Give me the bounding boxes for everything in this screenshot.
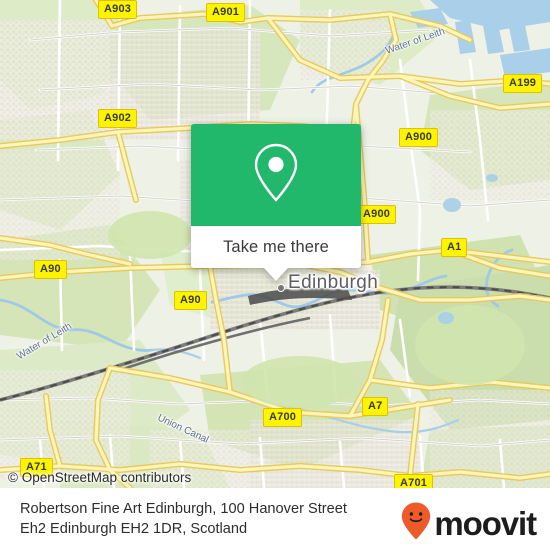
- road-shield-a700: A700: [263, 408, 303, 427]
- city-marker-dot: [277, 284, 285, 292]
- map-attribution[interactable]: © OpenStreetMap contributors: [8, 470, 191, 485]
- road-shield-a1: A1: [441, 238, 468, 257]
- road-shield-a90-west: A90: [34, 260, 67, 279]
- road-shield-a7: A7: [362, 397, 389, 416]
- map-label-edinburgh: Edinburgh: [288, 272, 379, 293]
- popup-action-row[interactable]: Take me there: [191, 226, 361, 268]
- take-me-there-label: Take me there: [223, 237, 329, 256]
- road-shield-a900-north: A900: [399, 128, 439, 147]
- popup-tail-pointer: [264, 268, 288, 281]
- road-shield-a902: A902: [98, 109, 138, 128]
- place-address-line-1: Robertson Fine Art Edinburgh, 100 Hanove…: [20, 501, 347, 517]
- moovit-smiley-pin-icon: [401, 502, 431, 545]
- place-address-line-2: Eh2 Edinburgh EH2 1DR, Scotland: [20, 521, 248, 537]
- place-address: Robertson Fine Art Edinburgh, 100 Hanove…: [20, 499, 410, 539]
- location-pin-icon: [252, 142, 300, 209]
- road-shield-a900-mid: A900: [357, 205, 397, 224]
- popup-header: [191, 124, 361, 226]
- moovit-wordmark: moovit: [434, 505, 537, 542]
- footer-bar: Robertson Fine Art Edinburgh, 100 Hanove…: [0, 488, 550, 550]
- road-shield-a90-centre: A90: [174, 291, 207, 310]
- road-shield-a903: A903: [98, 0, 138, 19]
- road-shield-a701: A701: [394, 474, 434, 488]
- road-shield-a901: A901: [206, 3, 246, 22]
- moovit-logo[interactable]: moovit: [401, 502, 537, 545]
- map-screenshot: Edinburgh Water of Leith Water of Leith …: [0, 0, 550, 550]
- map-popup-card[interactable]: Take me there: [191, 124, 361, 281]
- road-shield-a199: A199: [503, 74, 543, 93]
